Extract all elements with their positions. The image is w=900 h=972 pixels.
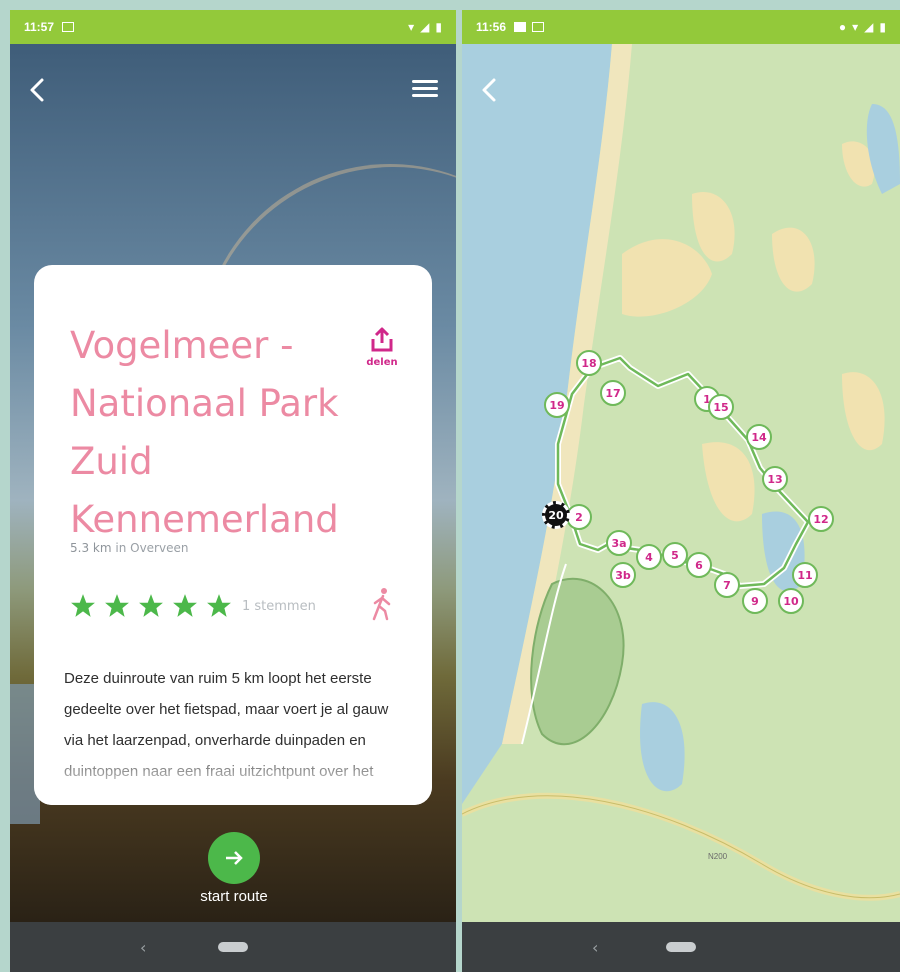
route-map[interactable]: 2 3a 3b 4 5 6 7 9 10 11 12 13 14 1 15 17… bbox=[462, 44, 900, 922]
route-marker[interactable]: 2 bbox=[566, 504, 592, 530]
status-bar: 11:57 ▾ ◢ ▮ bbox=[10, 10, 456, 44]
start-route-button[interactable] bbox=[208, 832, 260, 884]
rating-stars[interactable] bbox=[70, 593, 232, 619]
route-marker[interactable]: 17 bbox=[600, 380, 626, 406]
wifi-icon: ▾ bbox=[408, 20, 415, 34]
star-icon bbox=[207, 594, 231, 617]
route-marker[interactable]: 18 bbox=[576, 350, 602, 376]
battery-icon: ▮ bbox=[435, 20, 442, 34]
battery-icon: ▮ bbox=[879, 20, 886, 34]
route-marker[interactable]: 7 bbox=[714, 572, 740, 598]
star-icon bbox=[71, 594, 95, 617]
route-title: Vogelmeer - Nationaal Park Zuid Kennemer… bbox=[70, 324, 339, 541]
wifi-icon: ▾ bbox=[852, 20, 859, 34]
status-bar: 11:56 ● ▾ ◢ ▮ bbox=[462, 10, 900, 44]
route-marker[interactable]: 9 bbox=[742, 588, 768, 614]
nav-home-pill[interactable] bbox=[666, 942, 696, 952]
route-marker[interactable]: 12 bbox=[808, 506, 834, 532]
nav-home-pill[interactable] bbox=[218, 942, 248, 952]
location-icon: ● bbox=[838, 20, 847, 34]
route-marker[interactable]: 5 bbox=[662, 542, 688, 568]
route-marker[interactable]: 3b bbox=[610, 562, 636, 588]
route-marker[interactable]: 3a bbox=[606, 530, 632, 556]
route-marker[interactable]: 11 bbox=[792, 562, 818, 588]
route-marker[interactable]: 19 bbox=[544, 392, 570, 418]
walking-person-icon bbox=[370, 587, 394, 625]
signal-icon: ◢ bbox=[420, 20, 430, 34]
route-marker[interactable]: 6 bbox=[686, 552, 712, 578]
share-button[interactable]: delen bbox=[362, 327, 402, 368]
notification-icon bbox=[514, 22, 527, 32]
vote-count: 1 stemmen bbox=[242, 599, 316, 614]
back-button[interactable] bbox=[480, 76, 500, 109]
nav-back-icon[interactable]: ‹ bbox=[592, 938, 598, 957]
star-icon bbox=[105, 594, 129, 617]
route-detail-screen: 11:57 ▾ ◢ ▮ Vogelmeer - Nationaal Park Z… bbox=[10, 10, 456, 972]
route-meta: 5.3 km in Overveen bbox=[70, 541, 188, 555]
star-icon bbox=[139, 594, 163, 617]
route-marker[interactable]: 15 bbox=[708, 394, 734, 420]
route-marker[interactable]: 14 bbox=[746, 424, 772, 450]
road-label: N200 bbox=[708, 852, 728, 861]
route-marker[interactable]: 10 bbox=[778, 588, 804, 614]
share-icon bbox=[371, 327, 393, 352]
route-map-screen: 2 3a 3b 4 5 6 7 9 10 11 12 13 14 1 15 17… bbox=[462, 10, 900, 972]
map-base bbox=[462, 44, 900, 901]
route-marker[interactable]: 4 bbox=[636, 544, 662, 570]
cast-icon bbox=[532, 22, 545, 32]
hamburger-menu-icon[interactable] bbox=[412, 76, 438, 101]
start-route-label: start route bbox=[200, 888, 268, 905]
star-icon bbox=[173, 594, 197, 617]
chevron-left-icon bbox=[482, 78, 496, 102]
route-card: Vogelmeer - Nationaal Park Zuid Kennemer… bbox=[34, 265, 432, 805]
back-button[interactable] bbox=[28, 76, 48, 109]
nav-back-icon[interactable]: ‹ bbox=[140, 938, 146, 957]
arrow-right-icon bbox=[226, 851, 243, 865]
cast-icon bbox=[62, 22, 75, 32]
start-marker[interactable]: 20 bbox=[542, 501, 570, 529]
status-time: 11:56 bbox=[476, 20, 507, 34]
route-distance: 5.3 km bbox=[70, 541, 112, 555]
description-fade bbox=[34, 745, 432, 805]
chevron-left-icon bbox=[30, 78, 44, 102]
route-location: in Overveen bbox=[115, 541, 189, 555]
system-nav-bar: ‹ bbox=[10, 922, 456, 972]
status-time: 11:57 bbox=[24, 20, 55, 34]
signal-icon: ◢ bbox=[864, 20, 874, 34]
system-nav-bar: ‹ bbox=[462, 922, 900, 972]
route-marker[interactable]: 13 bbox=[762, 466, 788, 492]
share-label: delen bbox=[366, 357, 398, 368]
